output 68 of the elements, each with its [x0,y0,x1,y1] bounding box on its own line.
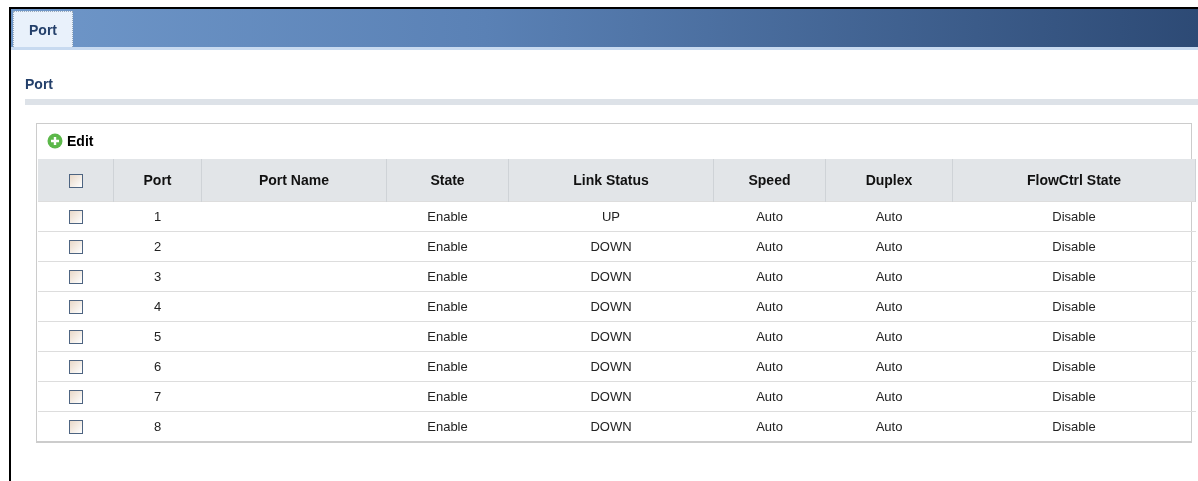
checkbox[interactable] [68,174,83,189]
table-cell: Auto [756,269,783,284]
table-cell: Auto [875,239,903,254]
checkbox[interactable] [68,210,83,225]
table-cell: 7 [153,389,162,404]
checkbox[interactable] [68,270,83,285]
table-cell: Auto [756,239,783,254]
column-header: Duplex [865,172,913,188]
table-cell: 8 [153,419,162,434]
column-header: Port [143,172,172,188]
table-cell: DOWN [590,269,632,284]
table-cell: Auto [875,209,903,224]
table-cell: 3 [153,269,162,284]
column-header: Port Name [259,172,329,188]
table-cell: UP [601,209,621,224]
table-cell: Auto [756,329,783,344]
table-cell: Disable [1052,239,1096,254]
checkbox[interactable] [68,300,83,315]
table-cell: Auto [756,209,783,224]
table-cell: Auto [875,269,903,284]
checkbox[interactable] [68,330,83,345]
table-cell: Enable [427,389,468,404]
table-cell: Enable [427,269,468,284]
column-header: Speed [748,172,791,188]
table-cell: Auto [875,359,903,374]
table-cell: 5 [153,329,162,344]
tab[interactable]: Port [13,11,73,47]
checkbox[interactable] [68,390,83,405]
table-cell: Auto [875,419,903,434]
table-cell: Auto [875,329,903,344]
table-cell: Disable [1052,209,1096,224]
table-cell: 1 [153,209,162,224]
table-cell: Disable [1052,359,1096,374]
edit-button[interactable]: Edit [47,133,94,149]
table-cell: Enable [427,239,468,254]
table-cell: Auto [875,389,903,404]
table-cell: Enable [427,419,468,434]
table-cell: Enable [427,299,468,314]
checkbox[interactable] [68,240,83,255]
table-cell: DOWN [590,299,632,314]
column-header: State [430,172,465,188]
table-cell: Auto [756,389,783,404]
table-cell: DOWN [590,419,632,434]
column-header: FlowCtrl State [1026,172,1122,188]
table-cell: Disable [1052,269,1096,284]
table-cell: 2 [153,239,162,254]
table-cell: Enable [427,329,468,344]
table-cell: 6 [153,359,162,374]
table-cell: DOWN [590,389,632,404]
table-cell: Disable [1052,419,1096,434]
table-cell: Auto [756,419,783,434]
checkbox[interactable] [68,420,83,435]
table-cell: DOWN [590,239,632,254]
table-cell: Disable [1052,329,1096,344]
column-header: Link Status [573,172,649,188]
table-cell: Auto [756,359,783,374]
table-cell: Enable [427,359,468,374]
table-cell: Disable [1052,389,1096,404]
table-cell: 4 [153,299,162,314]
checkbox[interactable] [68,360,83,375]
plus-icon [47,133,63,149]
table-cell: Enable [427,209,468,224]
table-cell: Disable [1052,299,1096,314]
table-cell: DOWN [590,329,632,344]
table-cell: Auto [756,299,783,314]
table-cell: DOWN [590,359,632,374]
table-cell: Auto [875,299,903,314]
section-title: Port [25,76,53,92]
